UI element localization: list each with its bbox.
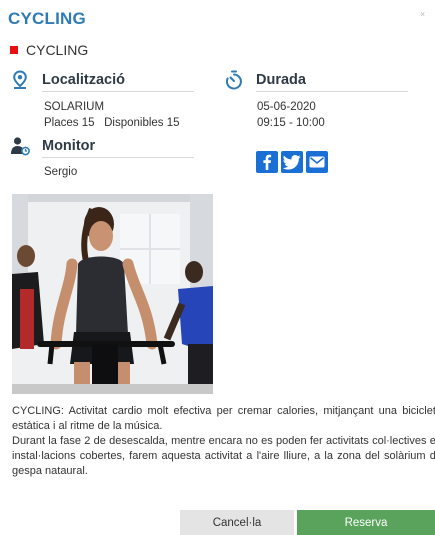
monitor-heading-label: Monitor [42, 138, 96, 154]
location-divider [42, 91, 194, 92]
monitor-heading: Monitor [10, 136, 95, 156]
location-capacity: Places 15 Disponibles 15 [44, 117, 180, 129]
description-paragraph-2: Durant la fase 2 de desescalda, mentre e… [12, 435, 435, 477]
location-place: SOLARIUM [44, 101, 105, 113]
location-pin-icon [10, 70, 30, 90]
close-icon[interactable]: × [420, 10, 425, 19]
email-icon[interactable] [306, 151, 328, 173]
location-heading-label: Localització [42, 72, 125, 88]
monitor-divider [42, 157, 194, 158]
activity-description: CYCLING: Activitat cardio molt efectiva … [12, 404, 435, 479]
duration-date: 05-06-2020 [257, 101, 316, 113]
location-heading: Localització [10, 70, 125, 90]
monitor-name: Sergio [44, 166, 78, 178]
duration-heading: Durada [224, 70, 306, 90]
facebook-icon[interactable] [256, 151, 278, 173]
person-icon [10, 136, 30, 156]
duration-heading-label: Durada [256, 72, 306, 88]
activity-name: CYCLING [26, 42, 89, 58]
twitter-icon[interactable] [281, 151, 303, 173]
activity-color-square [10, 46, 18, 54]
stopwatch-icon [224, 70, 244, 90]
description-paragraph-1: CYCLING: Activitat cardio molt efectiva … [12, 405, 435, 432]
duration-divider [256, 91, 408, 92]
activity-photo [12, 194, 213, 394]
cancel-button[interactable]: Cancel·la [180, 510, 294, 535]
activity-tag: CYCLING [10, 42, 88, 58]
share-buttons [256, 151, 328, 173]
duration-time: 09:15 - 10:00 [257, 117, 325, 129]
reserve-button[interactable]: Reserva [297, 510, 435, 535]
dialog-title: CYCLING [8, 9, 86, 28]
